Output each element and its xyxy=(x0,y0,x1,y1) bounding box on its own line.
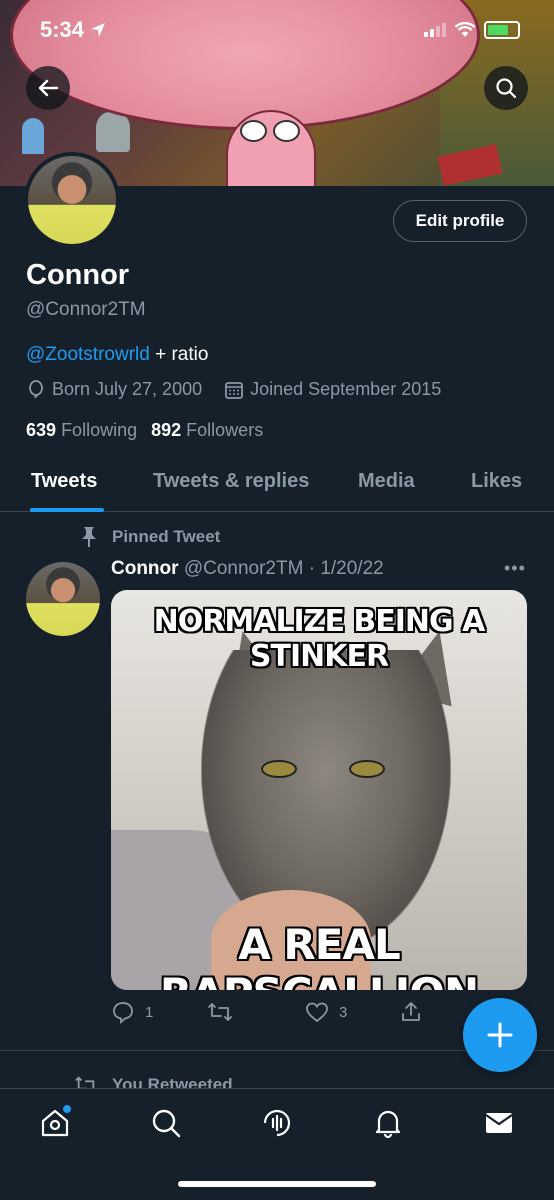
tab-likes[interactable]: Likes xyxy=(471,470,522,493)
bio-text: + ratio xyxy=(149,344,209,365)
meme-bottom-caption: A REAL RAPSCALLION xyxy=(160,920,479,990)
pinned-tweet-label: Pinned Tweet xyxy=(80,526,220,548)
joined-text: Joined September 2015 xyxy=(250,379,442,399)
location-arrow-icon xyxy=(91,23,106,37)
tweet-media-image[interactable]: NORMALIZE BEING A STINKER A REAL RAPSCAL… xyxy=(111,590,527,990)
status-bar: 5:34 xyxy=(0,0,554,60)
status-time: 5:34 xyxy=(40,17,85,42)
reply-button[interactable]: 1 xyxy=(111,1000,153,1024)
notifications-icon xyxy=(375,1110,401,1139)
tweet-more-button[interactable]: ••• xyxy=(504,558,526,579)
banner-bust xyxy=(96,112,130,152)
tweet-author[interactable]: Connor xyxy=(111,558,179,579)
search-icon xyxy=(152,1109,181,1138)
cat-eye-left xyxy=(261,760,297,778)
followers-count: 892 xyxy=(151,420,182,440)
search-button[interactable] xyxy=(484,66,528,110)
messages-icon xyxy=(485,1113,513,1133)
back-button[interactable] xyxy=(26,66,70,110)
bio-mention-link[interactable]: @Zootstrowrld xyxy=(26,344,150,365)
profile-handle: @Connor2TM xyxy=(26,299,146,320)
nav-notifications[interactable] xyxy=(370,1105,406,1141)
nav-search[interactable] xyxy=(148,1105,184,1141)
pinned-text: Pinned Tweet xyxy=(112,527,221,546)
share-icon xyxy=(402,1002,420,1021)
balloon-icon xyxy=(29,379,43,398)
profile-bio: @Zootstrowrld + ratio xyxy=(26,344,208,366)
edit-profile-button[interactable]: Edit profile xyxy=(393,200,527,242)
active-tab-indicator xyxy=(30,508,104,512)
home-notification-dot xyxy=(63,1105,71,1113)
reply-icon xyxy=(113,1002,133,1024)
tab-media[interactable]: Media xyxy=(358,470,415,493)
tweet-header: Connor @Connor2TM · 1/20/22 xyxy=(111,558,384,580)
tweet-actions: 1 3 xyxy=(111,1000,431,1028)
wifi-icon xyxy=(454,22,476,37)
plus-icon xyxy=(487,1022,513,1048)
cat-eye-right xyxy=(349,760,385,778)
calendar-icon xyxy=(225,381,244,399)
following-link[interactable]: 639 Following xyxy=(26,420,137,441)
profile-tabs: Tweets Tweets & replies Media Likes xyxy=(0,456,554,512)
like-count: 3 xyxy=(339,1003,348,1021)
banner-arch xyxy=(22,118,44,154)
meme-top-caption: NORMALIZE BEING A STINKER xyxy=(153,604,486,674)
profile-avatar[interactable] xyxy=(24,152,120,248)
home-indicator xyxy=(178,1181,376,1187)
spaces-icon xyxy=(263,1109,291,1137)
battery-icon xyxy=(484,21,520,39)
nav-spaces[interactable] xyxy=(259,1105,295,1141)
banner-character-eyes xyxy=(240,120,300,142)
profile-name: Connor xyxy=(26,259,130,291)
retweet-icon xyxy=(208,1003,232,1021)
tweet-avatar[interactable] xyxy=(26,562,100,636)
profile-meta: Born July 27, 2000 Joined September 2015 xyxy=(26,379,441,400)
nav-messages[interactable] xyxy=(481,1105,517,1141)
nav-home[interactable] xyxy=(37,1105,73,1141)
pin-icon xyxy=(82,527,96,547)
like-button[interactable]: 3 xyxy=(305,1000,347,1024)
share-button[interactable] xyxy=(399,1000,423,1024)
cellular-signal-icon xyxy=(424,23,446,37)
heart-icon xyxy=(306,1002,328,1023)
birthday-text: Born July 27, 2000 xyxy=(52,379,203,399)
retweet-button[interactable] xyxy=(207,1000,243,1024)
followers-link[interactable]: 892 Followers xyxy=(151,420,263,441)
following-count: 639 xyxy=(26,420,57,440)
followers-label: Followers xyxy=(186,420,264,440)
reply-count: 1 xyxy=(145,1003,154,1021)
follow-stats: 639 Following 892 Followers xyxy=(26,420,263,441)
arrow-left-icon xyxy=(38,79,59,97)
search-icon xyxy=(496,78,517,99)
tab-tweets-replies[interactable]: Tweets & replies xyxy=(153,470,309,493)
tab-tweets[interactable]: Tweets xyxy=(31,470,97,493)
tweet-handle-date: @Connor2TM · 1/20/22 xyxy=(183,558,384,579)
following-label: Following xyxy=(61,420,138,440)
compose-tweet-button[interactable] xyxy=(463,998,537,1072)
